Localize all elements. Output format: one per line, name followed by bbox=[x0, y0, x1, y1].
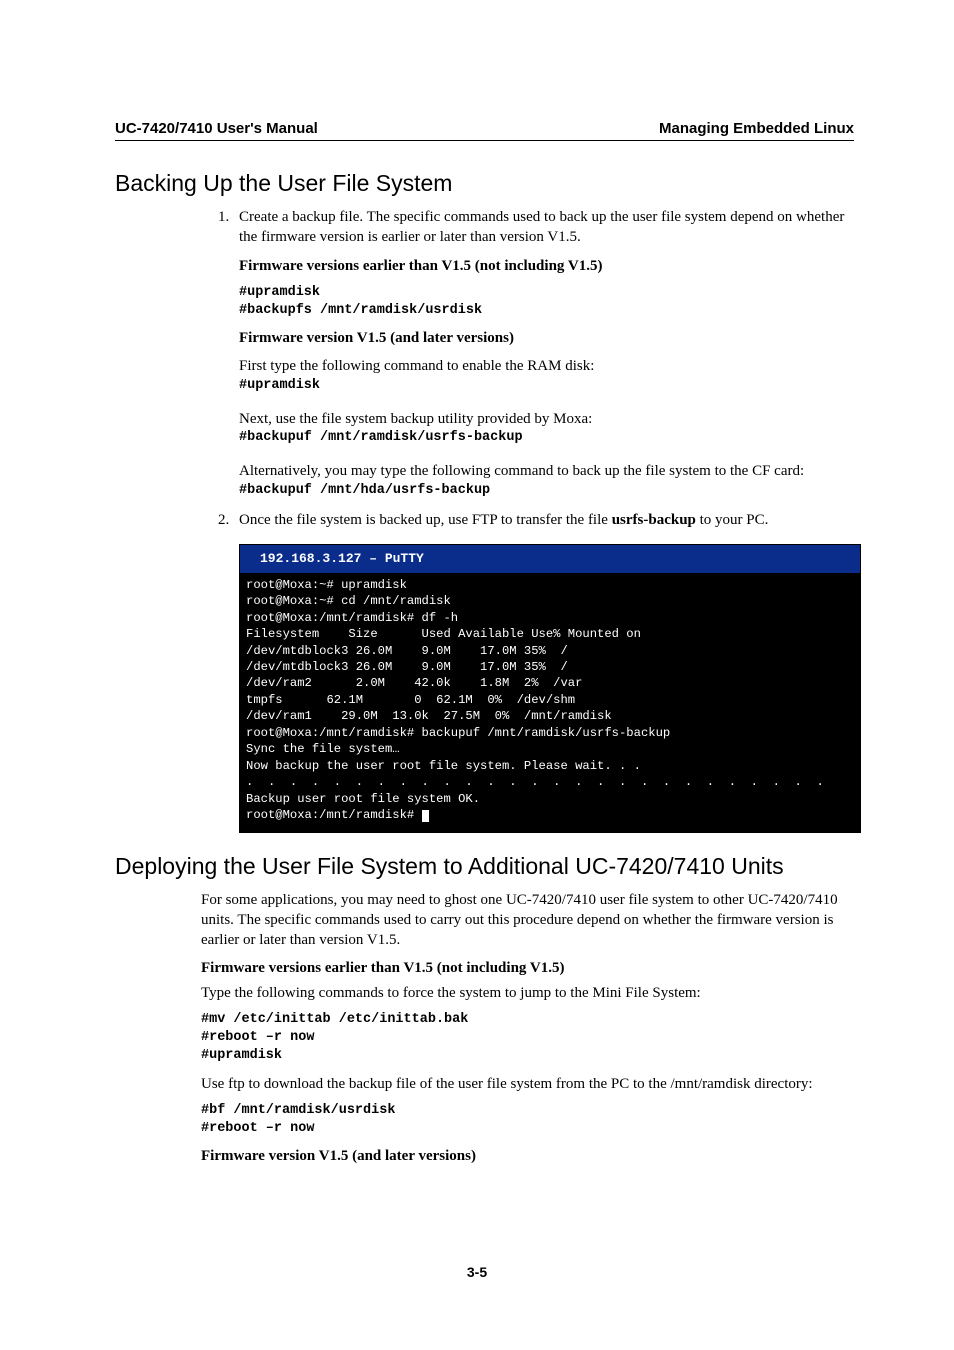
section-heading-backup: Backing Up the User File System bbox=[115, 170, 854, 197]
step2-pre: Once the file system is backed up, use F… bbox=[239, 512, 612, 528]
page: UC-7420/7410 User's Manual Managing Embe… bbox=[0, 0, 954, 1350]
later-line3: Alternatively, you may type the followin… bbox=[239, 461, 854, 481]
terminal-wrapper: 192.168.3.127 – PuTTY root@Moxa:~# upram… bbox=[239, 544, 854, 833]
step2-post: to your PC. bbox=[696, 512, 769, 528]
fw-later-heading: Firmware version V1.5 (and later version… bbox=[239, 328, 854, 348]
cursor-icon bbox=[422, 810, 429, 822]
deploy-ftp-text: Use ftp to download the backup file of t… bbox=[201, 1074, 854, 1094]
terminal-window: 192.168.3.127 – PuTTY root@Moxa:~# upram… bbox=[239, 544, 861, 833]
terminal-text: root@Moxa:~# upramdisk root@Moxa:~# cd /… bbox=[246, 578, 824, 823]
deploy-earlier-text: Type the following commands to force the… bbox=[201, 983, 854, 1003]
step2-file: usrfs-backup bbox=[612, 512, 696, 528]
deploy-earlier-cmds: #mv /etc/inittab /etc/inittab.bak #reboo… bbox=[201, 1011, 854, 1066]
step-1: Create a backup file. The specific comma… bbox=[233, 207, 854, 500]
steps-list: Create a backup file. The specific comma… bbox=[115, 207, 854, 833]
later-line2: Next, use the file system backup utility… bbox=[239, 409, 854, 429]
deploy-fw-earlier-heading: Firmware versions earlier than V1.5 (not… bbox=[201, 958, 854, 978]
terminal-body: root@Moxa:~# upramdisk root@Moxa:~# cd /… bbox=[240, 573, 860, 832]
header-left: UC-7420/7410 User's Manual bbox=[115, 120, 318, 137]
section-heading-deploy: Deploying the User File System to Additi… bbox=[115, 853, 854, 880]
step-2: Once the file system is backed up, use F… bbox=[233, 510, 854, 833]
header-right: Managing Embedded Linux bbox=[659, 120, 854, 137]
section2-body: For some applications, you may need to g… bbox=[201, 890, 854, 1167]
terminal-titlebar: 192.168.3.127 – PuTTY bbox=[240, 545, 860, 573]
later-cmd2: #backupuf /mnt/ramdisk/usrfs-backup bbox=[239, 429, 854, 447]
main-content: Backing Up the User File System Create a… bbox=[115, 170, 854, 1167]
step1-intro: Create a backup file. The specific comma… bbox=[239, 209, 844, 245]
fw-earlier-heading: Firmware versions earlier than V1.5 (not… bbox=[239, 256, 854, 276]
cmds-earlier: #upramdisk #backupfs /mnt/ramdisk/usrdis… bbox=[239, 284, 854, 320]
later-cmd1: #upramdisk bbox=[239, 377, 854, 395]
later-cmd3: #backupuf /mnt/hda/usrfs-backup bbox=[239, 482, 854, 500]
page-footer: 3-5 bbox=[0, 1264, 954, 1280]
deploy-intro: For some applications, you may need to g… bbox=[201, 890, 854, 951]
deploy-ftp-cmds: #bf /mnt/ramdisk/usrdisk #reboot –r now bbox=[201, 1102, 854, 1138]
later-line1: First type the following command to enab… bbox=[239, 356, 854, 376]
deploy-fw-later-heading: Firmware version V1.5 (and later version… bbox=[201, 1146, 854, 1166]
page-header: UC-7420/7410 User's Manual Managing Embe… bbox=[115, 120, 854, 141]
